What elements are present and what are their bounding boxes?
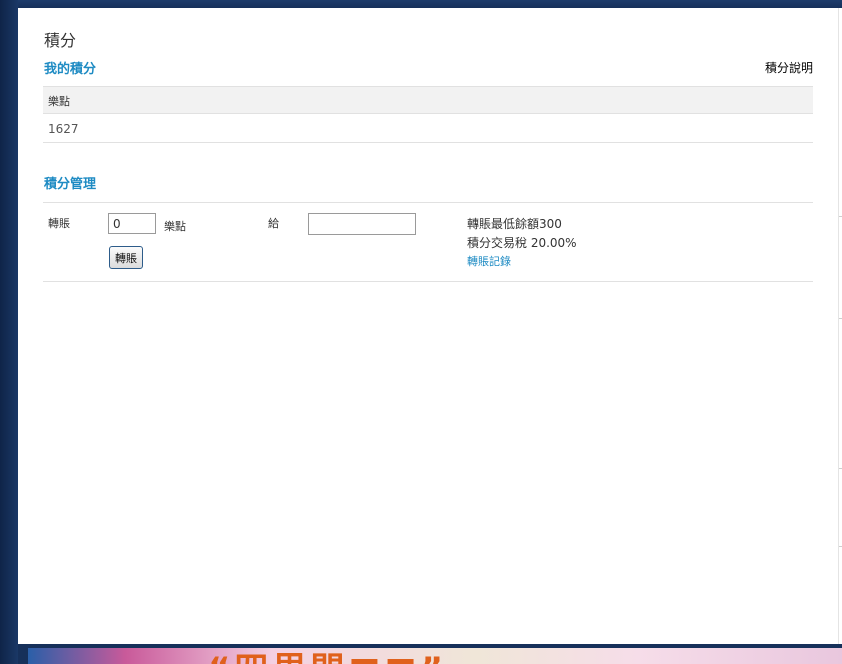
transfer-label: 轉賬 xyxy=(48,217,70,230)
points-help-link[interactable]: 積分說明 xyxy=(765,59,813,76)
advertisement-banner[interactable]: “四里門■■” xyxy=(28,648,842,664)
window-top-border xyxy=(0,0,842,8)
points-panel: 積分 我的積分 積分說明 樂點 1627 積分管理 轉賬 樂點 給 轉賬 轉賬最… xyxy=(18,8,838,644)
min-balance-text: 轉賬最低餘額300 xyxy=(467,217,562,231)
window-left-border xyxy=(0,0,18,664)
points-table-header: 樂點 xyxy=(43,86,813,114)
scrollbar-edge xyxy=(838,8,842,644)
column-header-lepoints: 樂點 xyxy=(48,95,70,108)
tax-rate-text: 積分交易稅 20.00% xyxy=(467,236,577,250)
points-value: 1627 xyxy=(48,122,79,136)
banner-text: “四里門■■” xyxy=(208,648,447,664)
transfer-form: 轉賬 樂點 給 轉賬 轉賬最低餘額300 積分交易稅 20.00% 轉賬記錄 xyxy=(43,202,813,282)
my-points-heading: 我的積分 xyxy=(44,62,97,77)
page-title: 積分 xyxy=(44,31,77,50)
recipient-input[interactable] xyxy=(308,213,416,235)
unit-label: 樂點 xyxy=(164,220,186,233)
transfer-records-link[interactable]: 轉賬記錄 xyxy=(467,255,511,268)
transfer-button[interactable]: 轉賬 xyxy=(109,246,143,269)
table-row: 1627 xyxy=(43,114,813,143)
points-management-heading: 積分管理 xyxy=(44,177,97,192)
to-label: 給 xyxy=(268,217,279,230)
transfer-amount-input[interactable] xyxy=(108,213,156,234)
